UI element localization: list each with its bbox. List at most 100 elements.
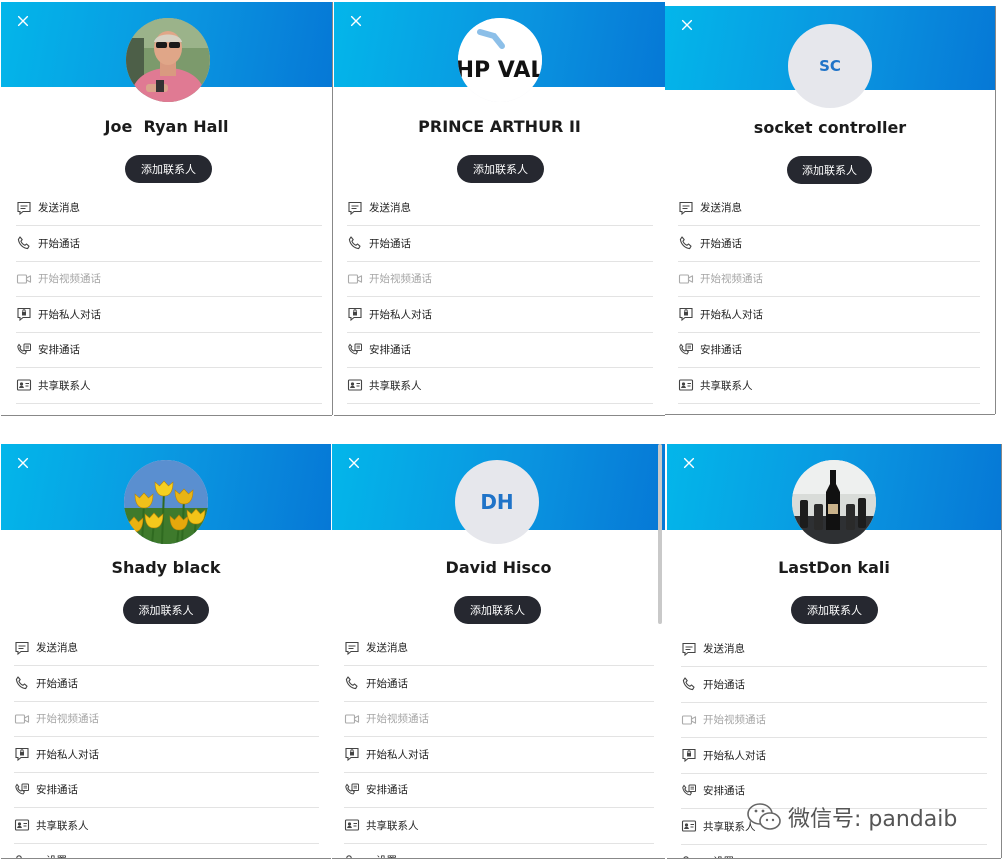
panel-edge xyxy=(332,2,333,415)
more-settings-item[interactable]: ...设置 xyxy=(347,403,653,415)
schedule-call-item[interactable]: 安排通话 xyxy=(678,332,980,368)
start-call-item[interactable]: 开始通话 xyxy=(16,226,322,262)
menu-item-label: 开始私人对话 xyxy=(38,308,101,321)
menu-item-label: 发送消息 xyxy=(703,643,745,655)
menu-item-label: 开始通话 xyxy=(38,237,80,250)
add-contact-button[interactable]: 添加联系人 xyxy=(791,596,878,624)
add-contact-button[interactable]: 添加联系人 xyxy=(787,156,872,184)
schedule-call-item[interactable]: 安排通话 xyxy=(14,772,319,808)
start-call-item[interactable]: 开始通话 xyxy=(14,666,319,702)
menu-item-label: 开始视频通话 xyxy=(703,714,766,726)
menu-item-label: 开始视频通话 xyxy=(36,713,99,725)
close-icon[interactable] xyxy=(680,18,696,34)
send-message-item[interactable]: 发送消息 xyxy=(678,190,980,226)
add-contact-button[interactable]: 添加联系人 xyxy=(123,596,209,624)
avatar xyxy=(126,18,210,102)
close-icon[interactable] xyxy=(682,456,698,472)
phone-icon xyxy=(347,235,363,251)
send-message-item[interactable]: 发送消息 xyxy=(14,630,319,666)
profile-actions-menu: 发送消息开始通话开始视频通话开始私人对话安排通话共享联系人 ...设置 xyxy=(678,190,980,414)
menu-item-label: 安排通话 xyxy=(366,784,408,796)
share-contact-icon xyxy=(16,377,32,393)
menu-item-label: 共享联系人 xyxy=(36,819,89,832)
add-contact-button[interactable]: 添加联系人 xyxy=(454,596,541,624)
share-contact-icon xyxy=(14,817,30,833)
menu-item-label: 发送消息 xyxy=(36,642,78,654)
share-contact-item[interactable]: 共享联系人 xyxy=(678,368,980,404)
chat-icon xyxy=(681,641,697,657)
menu-item-label: 开始通话 xyxy=(366,677,408,690)
contact-profile-panel: DH David Hisco 添加联系人 发送消息 开始通话 开始视频通话 开始私人对话 安排… xyxy=(332,444,665,858)
menu-item-label: 安排通话 xyxy=(38,344,80,356)
start-video-call-item: 开始视频通话 xyxy=(16,261,322,297)
phone-icon xyxy=(681,676,697,692)
schedule-call-icon xyxy=(678,342,694,358)
send-message-item[interactable]: 发送消息 xyxy=(347,190,653,226)
start-call-item[interactable]: 开始通话 xyxy=(678,226,980,262)
more-settings-item[interactable]: ...设置 xyxy=(678,403,980,414)
avatar xyxy=(124,460,208,544)
add-contact-button[interactable]: 添加联系人 xyxy=(457,155,544,183)
add-contact-button[interactable]: 添加联系人 xyxy=(125,155,212,183)
panel-edge xyxy=(334,415,665,416)
menu-item-label: 开始私人对话 xyxy=(369,308,432,321)
start-private-conversation-item[interactable]: 开始私人对话 xyxy=(678,297,980,333)
menu-item-label: 开始通话 xyxy=(36,677,78,690)
video-camera-icon xyxy=(347,271,363,287)
more-settings-item[interactable]: ...设置 xyxy=(14,843,319,858)
start-call-item[interactable]: 开始通话 xyxy=(347,226,653,262)
schedule-call-icon xyxy=(14,782,30,798)
start-call-item[interactable]: 开始通话 xyxy=(344,666,654,702)
more-settings-item[interactable]: ...设置 xyxy=(681,844,987,858)
menu-item-label: 开始视频通话 xyxy=(700,273,763,285)
close-icon[interactable] xyxy=(349,14,365,30)
more-settings-item[interactable]: ...设置 xyxy=(344,843,654,858)
schedule-call-item[interactable]: 安排通话 xyxy=(16,332,322,368)
start-video-call-item: 开始视频通话 xyxy=(681,702,987,738)
share-contact-icon xyxy=(344,817,360,833)
start-private-conversation-item[interactable]: 开始私人对话 xyxy=(681,738,987,774)
watermark-text: 微信号: pandaib xyxy=(788,807,958,832)
wechat-icon xyxy=(747,803,781,830)
panel-edge xyxy=(1,858,331,859)
profile-actions-menu: 发送消息开始通话开始视频通话开始私人对话安排通话共享联系人 ...设置 xyxy=(14,630,319,858)
private-chat-lock-icon xyxy=(344,746,360,762)
schedule-call-icon xyxy=(347,342,363,358)
contact-profile-panel: SC socket controller 添加联系人 发送消息 开始通话 开始视频通话 开始… xyxy=(665,6,995,414)
more-settings-item[interactable]: ...设置 xyxy=(16,403,322,415)
start-video-call-item: 开始视频通话 xyxy=(678,261,980,297)
send-message-item[interactable]: 发送消息 xyxy=(16,190,322,226)
video-camera-icon xyxy=(678,271,694,287)
schedule-call-item[interactable]: 安排通话 xyxy=(344,772,654,808)
send-message-item[interactable]: 发送消息 xyxy=(681,631,987,667)
share-contact-item[interactable]: 共享联系人 xyxy=(14,808,319,844)
avatar: HP VAL xyxy=(458,18,542,102)
contact-name: Joe Ryan Hall xyxy=(104,117,229,136)
profile-actions-menu: 发送消息开始通话开始视频通话开始私人对话安排通话共享联系人 ...设置 xyxy=(347,190,653,415)
close-icon[interactable] xyxy=(16,14,32,30)
start-call-item[interactable]: 开始通话 xyxy=(681,667,987,703)
chat-icon xyxy=(347,200,363,216)
close-icon[interactable] xyxy=(347,456,363,472)
schedule-call-item[interactable]: 安排通话 xyxy=(347,332,653,368)
scrollbar[interactable] xyxy=(658,444,662,624)
close-icon[interactable] xyxy=(16,456,32,472)
private-chat-lock-icon xyxy=(16,306,32,322)
send-message-item[interactable]: 发送消息 xyxy=(344,630,654,666)
contact-name: LastDon kali xyxy=(778,558,890,577)
profile-actions-menu: 发送消息开始通话开始视频通话开始私人对话安排通话共享联系人 ...设置 xyxy=(16,190,322,415)
menu-item-label: 开始视频通话 xyxy=(369,273,432,285)
share-contact-item[interactable]: 共享联系人 xyxy=(344,808,654,844)
start-video-call-item: 开始视频通话 xyxy=(344,701,654,737)
video-camera-icon xyxy=(681,712,697,728)
share-contact-item[interactable]: 共享联系人 xyxy=(16,368,322,404)
chat-icon xyxy=(14,640,30,656)
start-private-conversation-item[interactable]: 开始私人对话 xyxy=(347,297,653,333)
start-private-conversation-item[interactable]: 开始私人对话 xyxy=(344,737,654,773)
share-contact-item[interactable]: 共享联系人 xyxy=(347,368,653,404)
menu-item-label: 开始私人对话 xyxy=(703,749,766,762)
menu-item-label: 开始通话 xyxy=(369,237,411,250)
start-private-conversation-item[interactable]: 开始私人对话 xyxy=(14,737,319,773)
start-private-conversation-item[interactable]: 开始私人对话 xyxy=(16,297,322,333)
avatar: DH xyxy=(455,460,539,544)
